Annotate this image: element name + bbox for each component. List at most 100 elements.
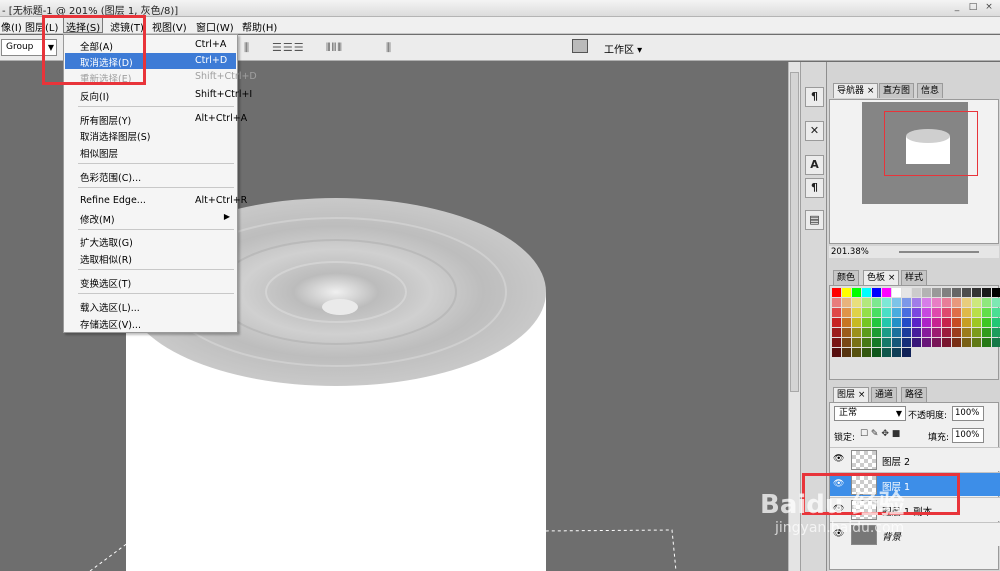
swatch[interactable]	[852, 328, 861, 337]
swatch[interactable]	[882, 328, 891, 337]
menu-item-similar-layers[interactable]: 相似图层	[65, 144, 236, 160]
menu-layer[interactable]: 图层(L)	[25, 19, 58, 34]
blend-mode-dropdown[interactable]: 正常 ▼	[834, 406, 906, 421]
tab-navigator[interactable]: 导航器 ×	[833, 83, 879, 98]
swatch[interactable]	[962, 318, 971, 327]
lock-icons[interactable]: ☐ ✎ ✥ ■	[860, 429, 900, 439]
workspace-icon[interactable]	[572, 39, 588, 53]
distribute-horizontal-icon[interactable]: ⫴⫴⫴	[326, 41, 343, 55]
swatch[interactable]	[912, 288, 921, 297]
swatch[interactable]	[942, 298, 951, 307]
swatch[interactable]	[992, 308, 1000, 317]
menu-view[interactable]: 视图(V)	[152, 19, 187, 34]
swatch[interactable]	[872, 308, 881, 317]
tab-channels[interactable]: 通道	[871, 387, 898, 402]
swatch[interactable]	[982, 328, 991, 337]
swatch[interactable]	[972, 318, 981, 327]
swatch[interactable]	[852, 338, 861, 347]
swatch[interactable]	[862, 348, 871, 357]
swatch[interactable]	[872, 318, 881, 327]
maximize-button[interactable]: □	[966, 1, 980, 14]
zoom-value[interactable]: 201.38%	[831, 247, 869, 257]
swatches-panel[interactable]	[829, 285, 1000, 380]
navigator-view-box[interactable]	[884, 111, 978, 176]
swatch[interactable]	[832, 328, 841, 337]
swatch[interactable]	[882, 308, 891, 317]
swatch[interactable]	[932, 288, 941, 297]
menu-item-similar[interactable]: 选取相似(R)	[65, 250, 236, 266]
swatch[interactable]	[912, 318, 921, 327]
tool-presets-icon[interactable]: ✕	[805, 121, 824, 141]
tab-layers[interactable]: 图层 ×	[833, 387, 870, 402]
swatch[interactable]	[852, 348, 861, 357]
swatch[interactable]	[942, 308, 951, 317]
swatch[interactable]	[832, 288, 841, 297]
menu-window[interactable]: 窗口(W)	[196, 19, 234, 34]
menu-item-refine-edge[interactable]: Refine Edge... Alt+Ctrl+R	[65, 193, 247, 209]
swatch[interactable]	[892, 318, 901, 327]
swatch[interactable]	[992, 338, 1000, 347]
swatch[interactable]	[952, 328, 961, 337]
swatch[interactable]	[962, 298, 971, 307]
swatch[interactable]	[892, 348, 901, 357]
swatch[interactable]	[952, 318, 961, 327]
swatch[interactable]	[982, 318, 991, 327]
swatch[interactable]	[842, 318, 851, 327]
swatch[interactable]	[842, 338, 851, 347]
menu-filter[interactable]: 滤镜(T)	[110, 19, 144, 34]
swatch[interactable]	[942, 318, 951, 327]
auto-select-dropdown[interactable]: Group ▼	[1, 39, 57, 56]
swatch[interactable]	[972, 308, 981, 317]
menu-item-save-selection[interactable]: 存储选区(V)...	[65, 315, 236, 331]
tab-info[interactable]: 信息	[917, 83, 944, 98]
swatch[interactable]	[832, 338, 841, 347]
swatch[interactable]	[842, 308, 851, 317]
swatch[interactable]	[912, 338, 921, 347]
tab-paths[interactable]: 路径	[901, 387, 928, 402]
swatch[interactable]	[832, 318, 841, 327]
swatch[interactable]	[902, 308, 911, 317]
swatch[interactable]	[842, 288, 851, 297]
menu-help[interactable]: 帮助(H)	[242, 19, 277, 34]
swatch[interactable]	[912, 328, 921, 337]
swatch[interactable]	[842, 298, 851, 307]
swatch[interactable]	[942, 338, 951, 347]
swatch[interactable]	[832, 348, 841, 357]
swatch[interactable]	[952, 288, 961, 297]
swatch[interactable]	[952, 298, 961, 307]
swatch[interactable]	[952, 308, 961, 317]
swatch[interactable]	[922, 288, 931, 297]
swatch[interactable]	[922, 328, 931, 337]
tab-swatches[interactable]: 色板 ×	[863, 270, 900, 285]
tab-styles[interactable]: 样式	[901, 270, 928, 285]
character-icon[interactable]: A	[805, 155, 824, 175]
swatch[interactable]	[922, 318, 931, 327]
zoom-slider[interactable]	[899, 251, 979, 253]
eye-icon[interactable]: 👁	[833, 454, 845, 464]
swatch[interactable]	[892, 288, 901, 297]
swatch[interactable]	[962, 288, 971, 297]
swatch[interactable]	[982, 298, 991, 307]
menu-item-deselect-layers[interactable]: 取消选择图层(S)	[65, 127, 236, 143]
menu-item-all-layers[interactable]: 所有图层(Y) Alt+Ctrl+A	[65, 111, 247, 127]
swatch[interactable]	[862, 318, 871, 327]
swatch[interactable]	[962, 308, 971, 317]
swatch[interactable]	[972, 328, 981, 337]
swatch[interactable]	[912, 308, 921, 317]
swatch[interactable]	[992, 298, 1000, 307]
menu-item-load-selection[interactable]: 载入选区(L)...	[65, 298, 236, 314]
swatch[interactable]	[882, 318, 891, 327]
swatch[interactable]	[892, 298, 901, 307]
swatch[interactable]	[992, 288, 1000, 297]
opacity-input[interactable]: 100%	[952, 406, 984, 421]
swatch[interactable]	[882, 298, 891, 307]
swatch[interactable]	[902, 318, 911, 327]
swatch[interactable]	[892, 308, 901, 317]
swatch[interactable]	[852, 288, 861, 297]
auto-align-icon[interactable]: ⫼	[386, 41, 392, 55]
swatch[interactable]	[872, 338, 881, 347]
paragraph-icon[interactable]: ¶	[805, 178, 824, 198]
swatch[interactable]	[892, 338, 901, 347]
fill-input[interactable]: 100%	[952, 428, 984, 443]
swatch[interactable]	[932, 338, 941, 347]
